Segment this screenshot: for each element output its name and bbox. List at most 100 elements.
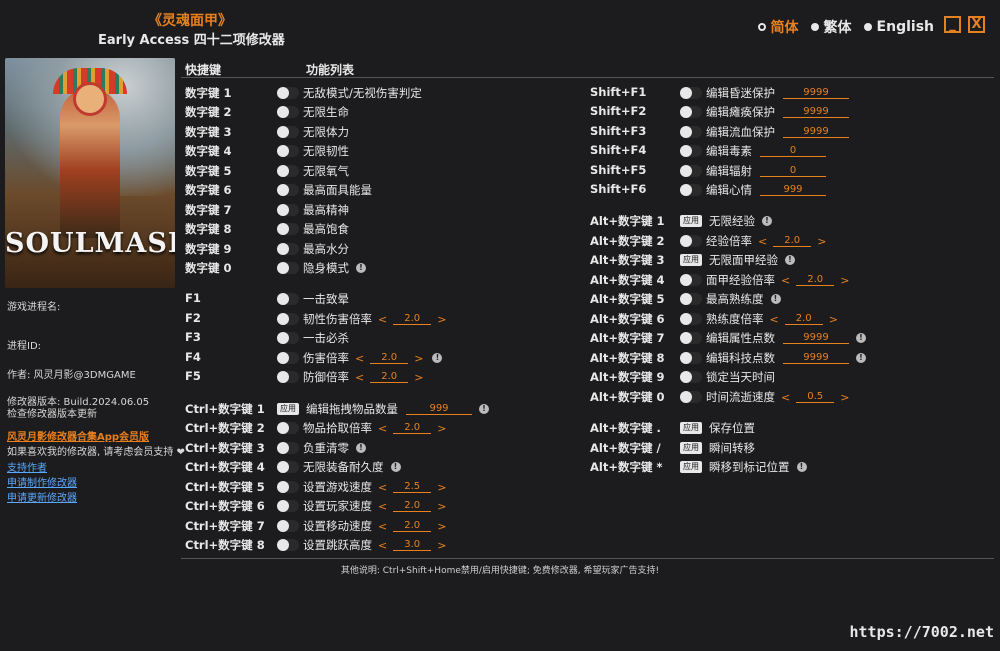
decrease-arrow-icon[interactable]: < bbox=[353, 352, 366, 365]
toggle-switch[interactable] bbox=[680, 87, 702, 99]
value-field[interactable]: 0.5 bbox=[796, 391, 835, 403]
info-icon[interactable]: ! bbox=[390, 462, 401, 472]
info-icon[interactable]: ! bbox=[479, 404, 489, 414]
toggle-switch[interactable] bbox=[277, 106, 299, 118]
toggle-switch[interactable] bbox=[277, 293, 299, 305]
toggle-switch[interactable] bbox=[680, 145, 702, 157]
info-icon[interactable]: ! bbox=[796, 462, 807, 472]
increase-arrow-icon[interactable]: > bbox=[412, 352, 425, 365]
info-icon[interactable]: ! bbox=[356, 443, 366, 453]
toggle-switch[interactable] bbox=[277, 481, 299, 493]
toggle-switch[interactable] bbox=[277, 422, 299, 434]
apply-button[interactable]: 应用 bbox=[680, 254, 702, 266]
toggle-switch[interactable] bbox=[277, 87, 299, 99]
toggle-switch[interactable] bbox=[680, 184, 702, 196]
toggle-switch[interactable] bbox=[680, 313, 702, 325]
increase-arrow-icon[interactable]: > bbox=[838, 391, 851, 404]
toggle-switch[interactable] bbox=[277, 243, 299, 255]
decrease-arrow-icon[interactable]: < bbox=[376, 520, 389, 533]
value-field[interactable]: 2.0 bbox=[796, 274, 835, 286]
toggle-switch[interactable] bbox=[277, 539, 299, 551]
toggle-switch[interactable] bbox=[680, 274, 702, 286]
number-input[interactable]: 9999 bbox=[783, 352, 849, 364]
toggle-switch[interactable] bbox=[277, 461, 299, 473]
toggle-switch[interactable] bbox=[680, 391, 702, 403]
value-field[interactable]: 2.0 bbox=[370, 371, 409, 383]
toggle-switch[interactable] bbox=[680, 126, 702, 138]
decrease-arrow-icon[interactable]: < bbox=[779, 274, 792, 287]
toggle-switch[interactable] bbox=[680, 235, 702, 247]
check-update-link[interactable]: 检查修改器版本更新 bbox=[7, 405, 97, 420]
toggle-switch[interactable] bbox=[277, 442, 299, 454]
apply-button[interactable]: 应用 bbox=[680, 215, 702, 227]
increase-arrow-icon[interactable]: > bbox=[827, 313, 840, 326]
toggle-switch[interactable] bbox=[277, 223, 299, 235]
number-input[interactable]: 9999 bbox=[783, 332, 849, 344]
info-icon[interactable]: ! bbox=[762, 216, 772, 226]
toggle-switch[interactable] bbox=[277, 313, 299, 325]
toggle-switch[interactable] bbox=[680, 293, 702, 305]
decrease-arrow-icon[interactable]: < bbox=[768, 313, 781, 326]
request-update-link[interactable]: 申请更新修改器 bbox=[7, 489, 77, 504]
lang-simplified[interactable]: 简体 bbox=[757, 17, 799, 37]
toggle-switch[interactable] bbox=[277, 184, 299, 196]
toggle-switch[interactable] bbox=[680, 371, 702, 383]
apply-button[interactable]: 应用 bbox=[680, 461, 702, 473]
value-field[interactable]: 3.0 bbox=[393, 539, 432, 551]
info-icon[interactable]: ! bbox=[770, 294, 781, 304]
toggle-switch[interactable] bbox=[680, 106, 702, 118]
info-icon[interactable]: ! bbox=[856, 333, 866, 343]
toggle-switch[interactable] bbox=[680, 352, 702, 364]
increase-arrow-icon[interactable]: > bbox=[435, 520, 448, 533]
app-member-link[interactable]: 风灵月影修改器合集App会员版 bbox=[7, 428, 149, 443]
increase-arrow-icon[interactable]: > bbox=[435, 481, 448, 494]
increase-arrow-icon[interactable]: > bbox=[435, 313, 448, 326]
toggle-switch[interactable] bbox=[277, 332, 299, 344]
decrease-arrow-icon[interactable]: < bbox=[376, 500, 389, 513]
number-input[interactable]: 0 bbox=[760, 165, 826, 177]
apply-button[interactable]: 应用 bbox=[277, 403, 299, 415]
close-button[interactable]: X bbox=[968, 16, 985, 33]
toggle-switch[interactable] bbox=[277, 145, 299, 157]
info-icon[interactable]: ! bbox=[785, 255, 795, 265]
lang-english[interactable]: English bbox=[863, 17, 934, 37]
value-field[interactable]: 2.0 bbox=[784, 313, 823, 325]
number-input[interactable]: 9999 bbox=[783, 106, 849, 118]
increase-arrow-icon[interactable]: > bbox=[435, 500, 448, 513]
number-input[interactable]: 999 bbox=[760, 184, 826, 196]
value-field[interactable]: 2.0 bbox=[773, 235, 812, 247]
decrease-arrow-icon[interactable]: < bbox=[376, 422, 389, 435]
increase-arrow-icon[interactable]: > bbox=[435, 422, 448, 435]
number-input[interactable]: 0 bbox=[760, 145, 826, 157]
apply-button[interactable]: 应用 bbox=[680, 422, 702, 434]
toggle-switch[interactable] bbox=[277, 262, 299, 274]
toggle-switch[interactable] bbox=[277, 352, 299, 364]
minimize-button[interactable]: _ bbox=[944, 16, 961, 33]
toggle-switch[interactable] bbox=[277, 126, 299, 138]
support-author-link[interactable]: 支持作者 bbox=[7, 459, 47, 474]
info-icon[interactable]: ! bbox=[432, 353, 443, 363]
decrease-arrow-icon[interactable]: < bbox=[376, 313, 389, 326]
decrease-arrow-icon[interactable]: < bbox=[353, 371, 366, 384]
request-trainer-link[interactable]: 申请制作修改器 bbox=[7, 474, 77, 489]
toggle-switch[interactable] bbox=[680, 165, 702, 177]
toggle-switch[interactable] bbox=[680, 332, 702, 344]
toggle-switch[interactable] bbox=[277, 165, 299, 177]
toggle-switch[interactable] bbox=[277, 520, 299, 532]
increase-arrow-icon[interactable]: > bbox=[815, 235, 828, 248]
decrease-arrow-icon[interactable]: < bbox=[376, 481, 389, 494]
value-field[interactable]: 2.0 bbox=[370, 352, 409, 364]
value-field[interactable]: 2.5 bbox=[393, 481, 432, 493]
increase-arrow-icon[interactable]: > bbox=[838, 274, 851, 287]
decrease-arrow-icon[interactable]: < bbox=[779, 391, 792, 404]
info-icon[interactable]: ! bbox=[856, 353, 866, 363]
info-icon[interactable]: ! bbox=[356, 263, 366, 273]
number-input[interactable]: 999 bbox=[406, 403, 472, 415]
apply-button[interactable]: 应用 bbox=[680, 442, 702, 454]
value-field[interactable]: 2.0 bbox=[393, 500, 432, 512]
value-field[interactable]: 2.0 bbox=[393, 520, 432, 532]
decrease-arrow-icon[interactable]: < bbox=[376, 539, 389, 552]
toggle-switch[interactable] bbox=[277, 500, 299, 512]
lang-traditional[interactable]: 繁体 bbox=[810, 17, 852, 37]
value-field[interactable]: 2.0 bbox=[393, 313, 432, 325]
